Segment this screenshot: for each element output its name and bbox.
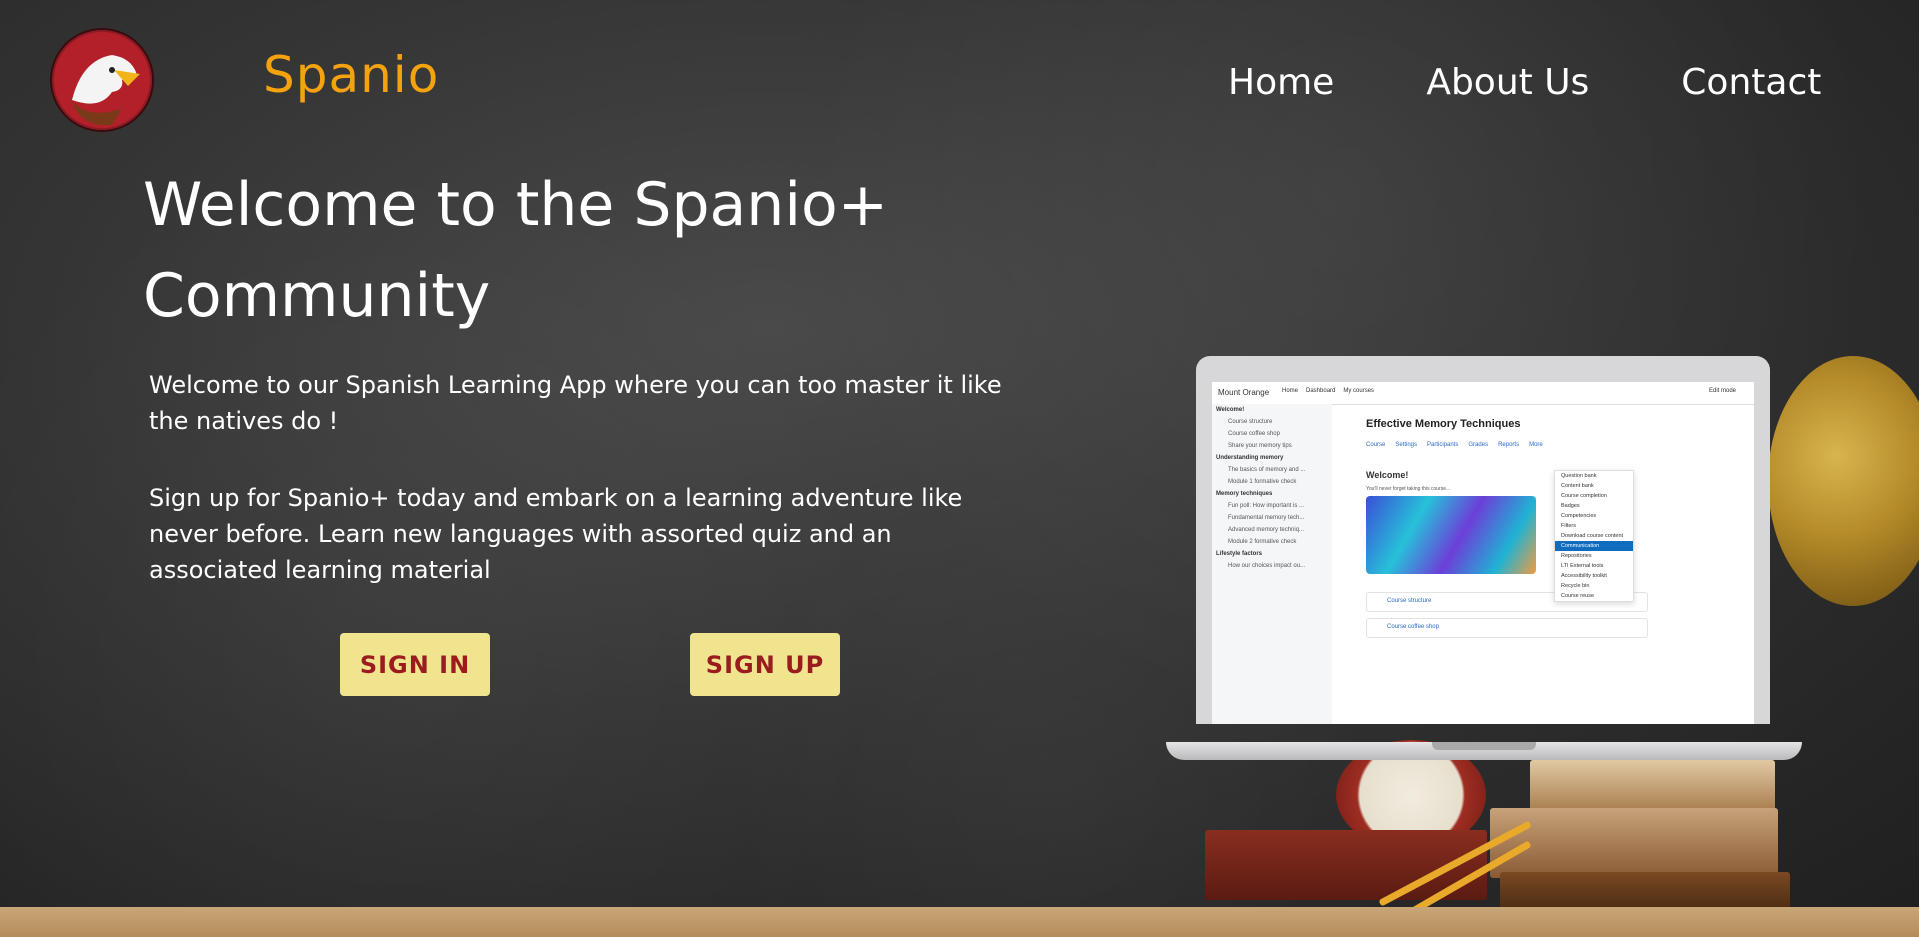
lms-course-tabs: Course Settings Participants Grades Repo… — [1366, 442, 1543, 448]
sign-in-button[interactable]: SIGN IN — [340, 633, 490, 696]
lms-menu-dashboard: Dashboard — [1306, 388, 1336, 394]
lms-menu-home: Home — [1282, 388, 1299, 394]
nav-home[interactable]: Home — [1228, 62, 1334, 103]
lms-more-item-selected: Communication — [1555, 541, 1633, 551]
nav-about-us[interactable]: About Us — [1426, 62, 1589, 103]
lms-topbar: Mount Orange Home Dashboard My courses E… — [1212, 382, 1754, 405]
book-image — [1490, 808, 1778, 878]
laptop-mockup: Mount Orange Home Dashboard My courses E… — [1196, 356, 1770, 724]
book-image — [1530, 760, 1775, 812]
lms-index-section: Lifestyle factors — [1216, 551, 1263, 557]
lms-course-banner — [1366, 496, 1536, 574]
sign-up-button[interactable]: SIGN UP — [690, 633, 840, 696]
lms-index-section: Welcome! — [1216, 407, 1245, 413]
lms-site-name: Mount Orange — [1218, 388, 1270, 397]
lms-activity-label: Course coffee shop — [1387, 624, 1439, 630]
lms-more-item: Course reuse — [1561, 593, 1595, 599]
lms-more-item: Filters — [1561, 523, 1576, 529]
lms-more-item: Recycle bin — [1561, 583, 1590, 589]
lms-tab-more: More — [1529, 442, 1543, 448]
lms-more-item: Competencies — [1561, 513, 1597, 519]
lms-index-item: Module 1 formative check — [1228, 479, 1297, 485]
lms-more-menu: Question bank Content bank Course comple… — [1554, 470, 1634, 602]
eagle-icon — [54, 32, 150, 128]
lms-section-title: Welcome! — [1366, 470, 1409, 480]
laptop-screen-content: Mount Orange Home Dashboard My courses E… — [1212, 382, 1754, 724]
eagle-logo[interactable] — [52, 30, 152, 130]
lms-menu-my-courses: My courses — [1343, 388, 1375, 394]
lms-index-item: Fundamental memory tech... — [1228, 515, 1305, 521]
lms-more-item: Course completion — [1561, 493, 1607, 499]
lms-index-item: Fun poll: How important is ... — [1228, 503, 1305, 509]
lms-tab-settings: Settings — [1395, 442, 1418, 448]
hero-description: Sign up for Spanio+ today and embark on … — [149, 484, 963, 584]
lms-more-item: Content bank — [1561, 483, 1594, 489]
globe-image — [1768, 356, 1919, 606]
lms-index-item: Module 2 formative check — [1228, 539, 1297, 545]
hero-headline: Welcome to the Spanio+ Community — [143, 170, 888, 331]
laptop-notch — [1432, 742, 1536, 750]
lms-more-item: Repositories — [1561, 553, 1592, 559]
lms-tab-reports: Reports — [1498, 442, 1520, 448]
main-nav: Home About Us Contact — [1228, 62, 1821, 103]
lms-tab-participants: Participants — [1427, 442, 1459, 448]
lms-section-subtitle: You'll never forget taking this course..… — [1366, 486, 1451, 492]
lms-index-section: Memory techniques — [1216, 491, 1273, 497]
lms-index-item: Course coffee shop — [1228, 431, 1280, 437]
lms-index-section: Understanding memory — [1216, 455, 1284, 461]
lms-more-item: LTI External tools — [1561, 563, 1604, 569]
nav-contact[interactable]: Contact — [1681, 62, 1821, 103]
lms-index-item: Course structure — [1228, 419, 1273, 425]
lms-more-item: Badges — [1561, 503, 1580, 509]
lms-activity-label: Course structure — [1387, 598, 1432, 604]
lms-main-pane: Effective Memory Techniques Course Setti… — [1332, 404, 1754, 724]
lms-activity: Course coffee shop — [1366, 618, 1648, 638]
desk-surface — [0, 907, 1919, 937]
lms-index-item: Share your memory tips — [1228, 443, 1292, 449]
lms-index-item: The basics of memory and ... — [1228, 467, 1306, 473]
hero-intro: Welcome to our Spanish Learning App wher… — [149, 371, 1002, 435]
lms-course-index: Welcome! Course structure Course coffee … — [1212, 404, 1332, 724]
lms-more-item: Accessibility toolkit — [1561, 573, 1607, 579]
brand-name: Spanio — [263, 46, 440, 104]
lms-more-item: Question bank — [1561, 473, 1597, 479]
lms-index-item: Advanced memory techniq... — [1228, 527, 1305, 533]
lms-top-menu: Home Dashboard My courses — [1282, 388, 1374, 394]
lms-course-title: Effective Memory Techniques — [1366, 418, 1521, 430]
lms-tab-grades: Grades — [1468, 442, 1489, 448]
lms-edit-mode: Edit mode — [1708, 388, 1736, 394]
lms-index-item: How our choices impact ou... — [1228, 563, 1306, 569]
book-image — [1500, 872, 1790, 912]
lms-more-item: Download course content — [1561, 533, 1624, 539]
lms-tab-course: Course — [1366, 442, 1386, 448]
